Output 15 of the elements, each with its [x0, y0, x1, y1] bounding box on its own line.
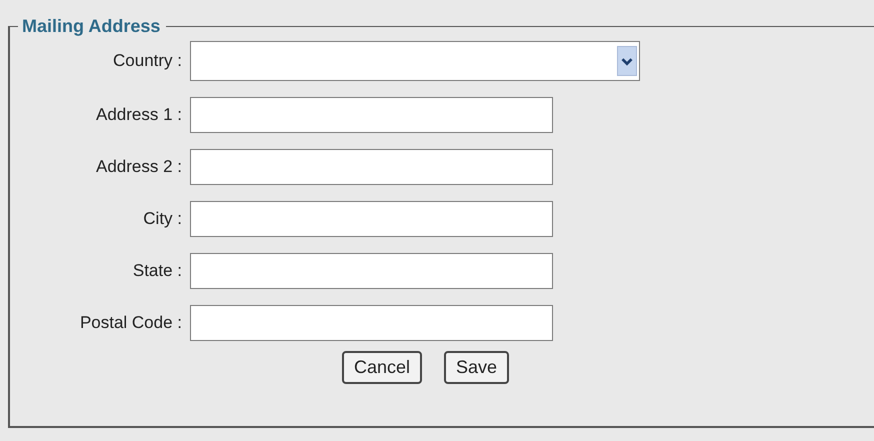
field-label: Country : [112, 51, 182, 71]
input-field[interactable] [190, 201, 553, 237]
country-dropdown[interactable] [190, 41, 640, 81]
field-label: Postal Code : [78, 313, 182, 333]
field-label: Address 1 : [95, 105, 182, 125]
field-label: Address 2 : [95, 157, 182, 177]
cancel-button[interactable]: Cancel [342, 351, 422, 384]
field-label: City : [142, 209, 182, 229]
input-field[interactable] [190, 253, 553, 289]
input-field[interactable] [190, 149, 553, 185]
input-field[interactable] [190, 305, 553, 341]
input-field[interactable] [190, 97, 553, 133]
save-button[interactable]: Save [444, 351, 510, 384]
chevron-down-icon [617, 46, 637, 76]
field-label: State : [132, 261, 182, 281]
